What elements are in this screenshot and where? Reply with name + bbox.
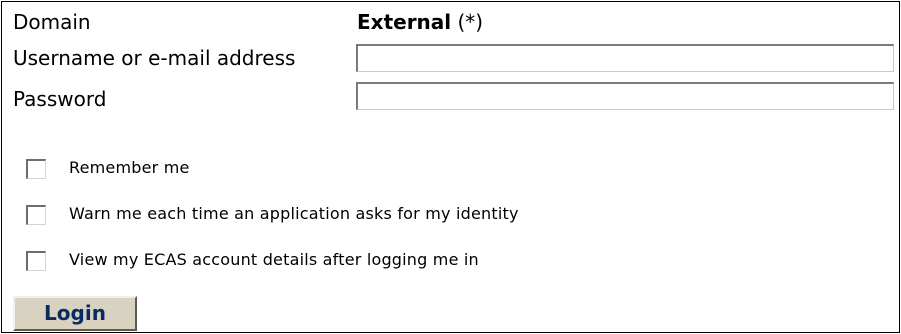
username-input[interactable] <box>356 44 894 72</box>
remember-me-checkbox[interactable] <box>26 159 46 179</box>
login-form: Domain External (*) Username or e-mail a… <box>1 1 900 333</box>
login-button[interactable]: Login <box>13 296 137 331</box>
domain-row: Domain External (*) <box>2 8 899 42</box>
domain-label: Domain <box>13 10 91 34</box>
domain-value-name: External <box>357 10 452 34</box>
view-account-checkbox[interactable] <box>26 251 46 271</box>
view-account-label: View my ECAS account details after loggi… <box>69 250 479 269</box>
password-row: Password <box>2 82 899 116</box>
remember-me-row: Remember me <box>2 155 899 185</box>
password-input[interactable] <box>356 82 894 110</box>
view-account-row: View my ECAS account details after loggi… <box>2 247 899 277</box>
password-label: Password <box>13 87 107 111</box>
warn-identity-row: Warn me each time an application asks fo… <box>2 201 899 231</box>
remember-me-label: Remember me <box>69 158 190 177</box>
username-label: Username or e-mail address <box>13 46 296 70</box>
domain-value: External (*) <box>357 10 483 34</box>
warn-identity-label: Warn me each time an application asks fo… <box>69 204 519 223</box>
warn-identity-checkbox[interactable] <box>26 205 46 225</box>
username-row: Username or e-mail address <box>2 44 899 78</box>
domain-value-suffix: (*) <box>451 10 484 34</box>
